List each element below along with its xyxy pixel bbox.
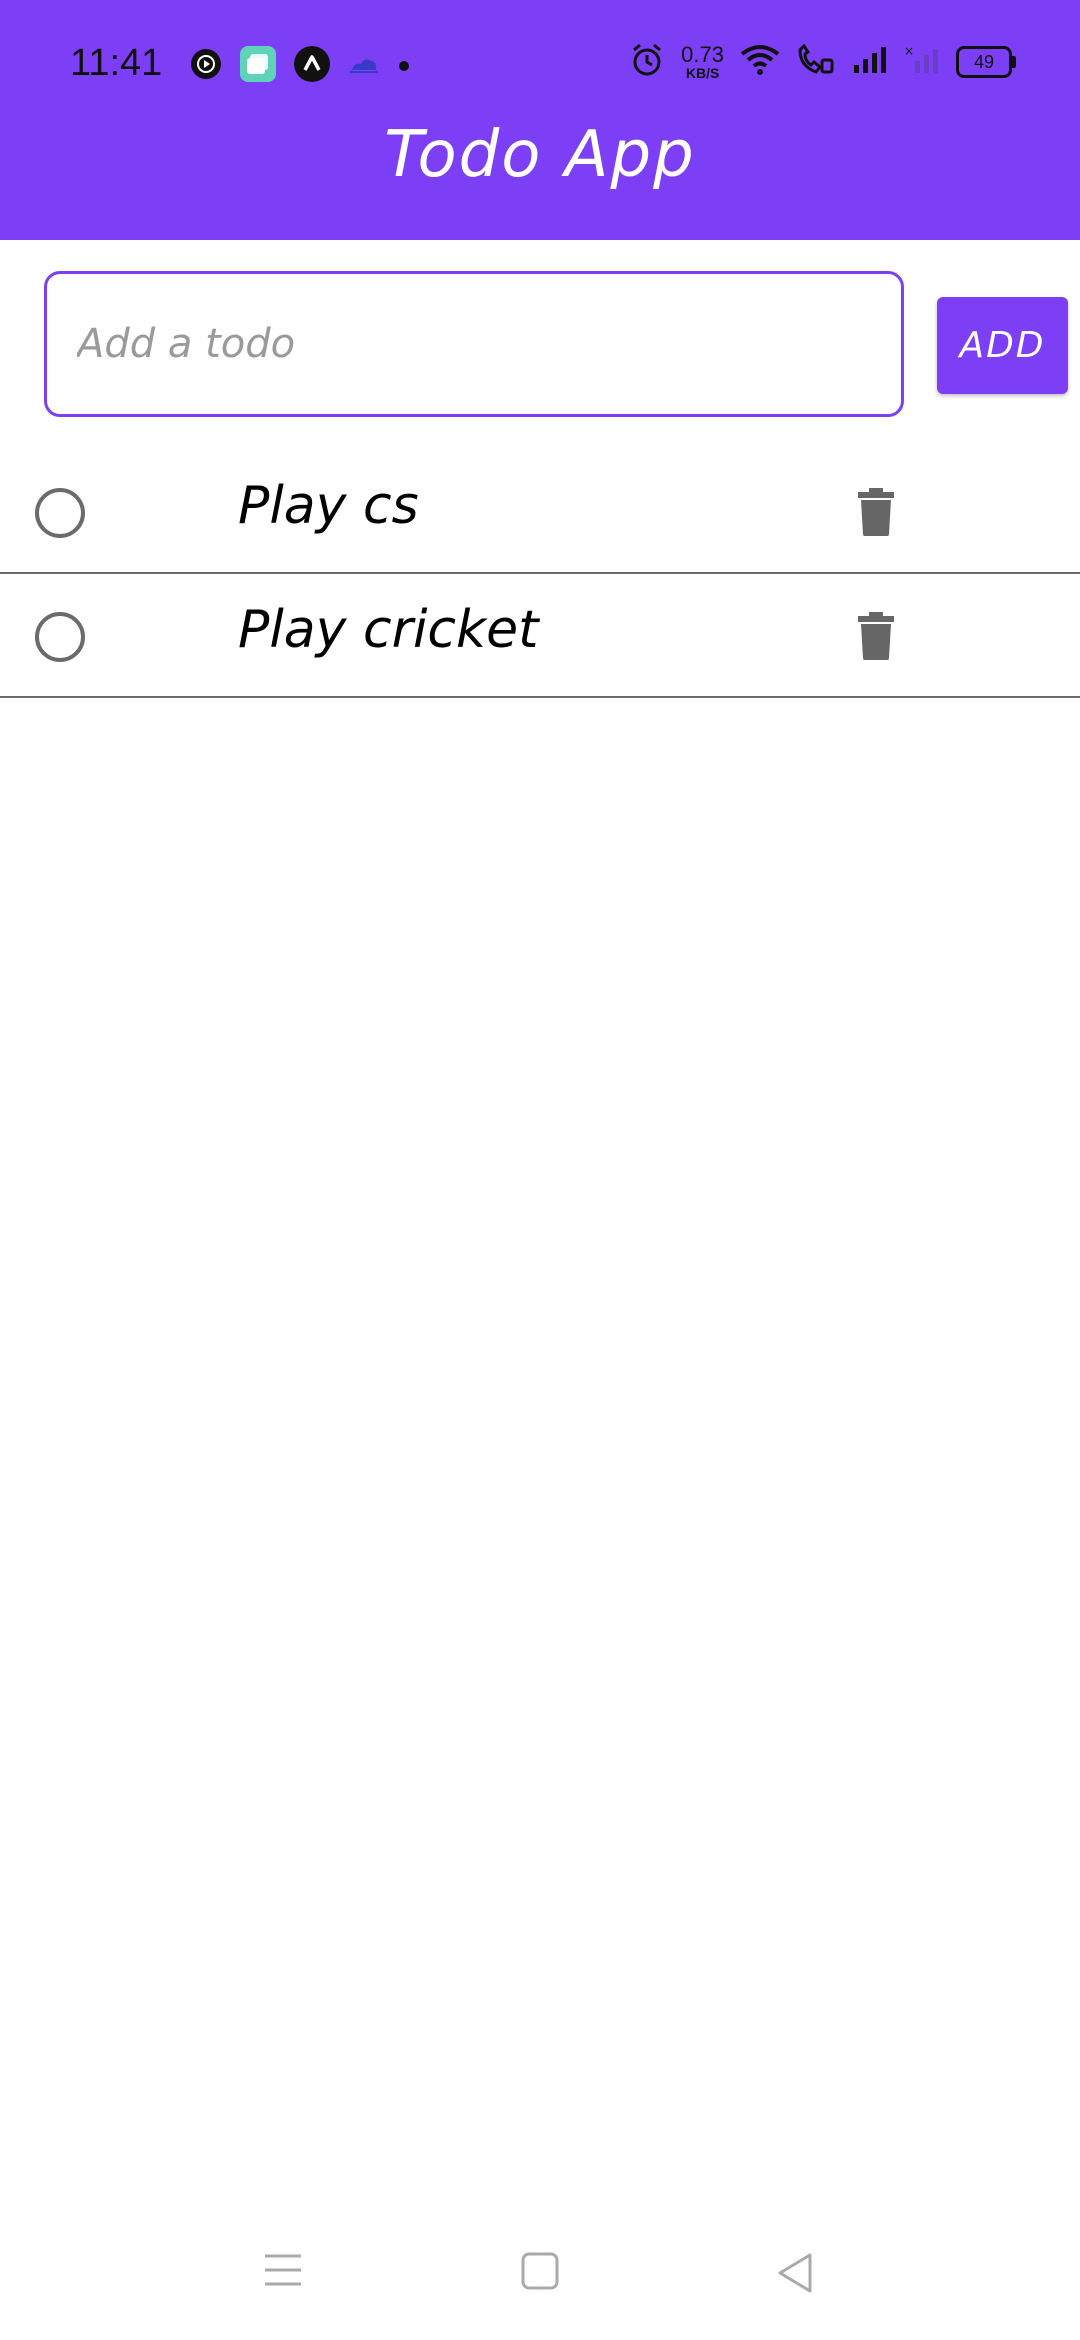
cloud-icon [348, 52, 380, 80]
page-title: Todo App [384, 118, 696, 192]
arrow-app-icon [294, 46, 330, 86]
todo-checkbox[interactable] [35, 488, 85, 538]
svg-text:×: × [904, 45, 914, 58]
todo-item: Play cricket [0, 574, 1080, 698]
todo-input[interactable] [47, 274, 901, 414]
dot-icon [398, 57, 410, 76]
play-circle-icon [190, 48, 222, 84]
system-nav-bar [0, 2230, 1080, 2320]
todo-text: Play cricket [238, 600, 539, 660]
todo-input-container [44, 271, 904, 417]
add-button[interactable]: ADD [937, 297, 1068, 394]
home-square-icon[interactable] [521, 2252, 559, 2294]
app-header: 11:41 0.73 KB/S × 49 Todo App [0, 0, 1080, 240]
wifi-call-icon [796, 43, 836, 80]
wifi-icon [740, 44, 780, 80]
signal-icon [852, 45, 888, 79]
delete-icon[interactable] [856, 612, 896, 660]
battery-icon: 49 [956, 46, 1016, 78]
todo-text: Play cs [238, 476, 419, 536]
status-bar: 11:41 0.73 KB/S × 49 [0, 30, 1080, 102]
todo-item: Play cs [0, 450, 1080, 574]
todo-list: Play cs Play cricket [0, 450, 1080, 698]
network-speed-unit: KB/S [685, 65, 720, 81]
menu-icon[interactable] [263, 2252, 303, 2292]
alarm-icon [629, 42, 665, 82]
todo-checkbox[interactable] [35, 612, 85, 662]
network-speed-value: 0.73 [681, 42, 724, 67]
system-icons: 0.73 KB/S × 49 [629, 42, 1016, 82]
network-speed: 0.73 KB/S [681, 42, 724, 81]
notification-icons [190, 46, 410, 86]
back-triangle-icon[interactable] [776, 2252, 814, 2298]
layers-app-icon [240, 46, 276, 86]
signal-off-icon: × [904, 44, 940, 79]
status-time: 11:41 [70, 42, 163, 84]
delete-icon[interactable] [856, 488, 896, 536]
